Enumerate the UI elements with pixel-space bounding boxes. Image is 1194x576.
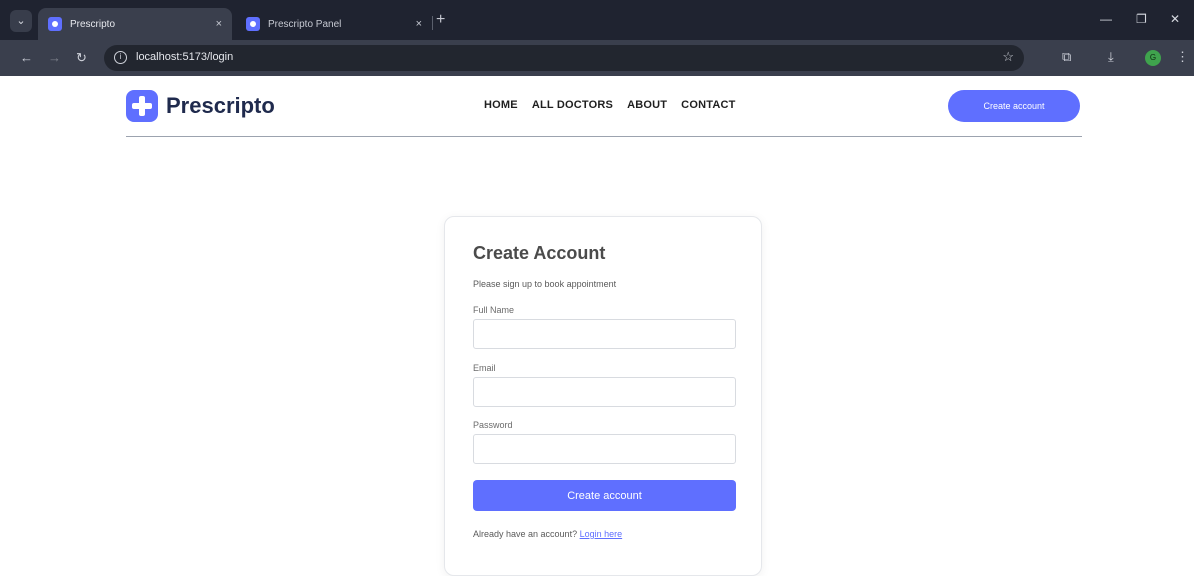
close-tab-icon[interactable]: × [416, 18, 422, 30]
new-tab-icon[interactable]: + [436, 11, 445, 29]
tab-title: Prescripto Panel [268, 18, 342, 30]
browser-tab-bar: ⌄ Prescripto × Prescripto Panel × + — ❐ … [0, 0, 1194, 40]
tab-prescripto[interactable]: Prescripto × [38, 8, 232, 40]
nav-home[interactable]: HOME [484, 99, 518, 111]
tab-prescripto-panel[interactable]: Prescripto Panel × [236, 8, 432, 40]
profile-avatar[interactable]: G [1145, 50, 1161, 66]
minimize-icon[interactable]: — [1100, 12, 1112, 26]
logo-icon [126, 90, 158, 122]
email-label: Email [473, 363, 496, 373]
url-text[interactable]: localhost:5173/login [136, 51, 233, 63]
login-prompt: Already have an account? Login here [473, 529, 622, 539]
extensions-icon[interactable]: ⧉ [1062, 49, 1071, 65]
reload-icon[interactable]: ↻ [76, 50, 87, 66]
password-label: Password [473, 420, 513, 430]
nav-about[interactable]: ABOUT [627, 99, 667, 111]
signup-card: Create Account Please sign up to book ap… [444, 216, 762, 576]
tab-separator [432, 16, 433, 30]
close-window-icon[interactable]: ✕ [1170, 12, 1180, 26]
full-name-input[interactable] [473, 319, 736, 349]
brand-logo[interactable]: Prescripto [126, 90, 275, 122]
back-icon[interactable]: ← [20, 50, 33, 65]
bookmark-star-icon[interactable]: ☆ [1002, 49, 1014, 65]
download-icon[interactable]: ⤓ [1108, 49, 1114, 65]
browser-toolbar: ← → ↻ i localhost:5173/login ☆ ⧉ ⤓ ⋮ [0, 40, 1194, 76]
login-prompt-text: Already have an account? [473, 529, 578, 539]
restore-icon[interactable]: ❐ [1136, 12, 1147, 26]
address-bar[interactable]: i localhost:5173/login ☆ [104, 45, 1024, 71]
tab-search-icon[interactable]: ⌄ [10, 10, 32, 32]
create-account-button[interactable]: Create account [473, 480, 736, 511]
forward-icon[interactable]: → [48, 50, 61, 65]
full-name-label: Full Name [473, 305, 515, 315]
site-info-icon[interactable]: i [114, 51, 127, 64]
form-title: Create Account [473, 243, 606, 263]
main-nav: HOME ALL DOCTORS ABOUT CONTACT [484, 99, 736, 111]
favicon-icon [48, 17, 62, 31]
nav-all-doctors[interactable]: ALL DOCTORS [532, 99, 613, 111]
menu-icon[interactable]: ⋮ [1176, 49, 1189, 65]
password-input[interactable] [473, 434, 736, 464]
create-account-header-button[interactable]: Create account [948, 90, 1080, 122]
form-subtitle: Please sign up to book appointment [473, 279, 617, 289]
close-tab-icon[interactable]: × [216, 18, 222, 30]
header-divider [126, 136, 1082, 137]
favicon-icon [246, 17, 260, 31]
tab-title: Prescripto [70, 18, 116, 30]
nav-contact[interactable]: CONTACT [681, 99, 735, 111]
login-here-link[interactable]: Login here [580, 529, 623, 539]
email-input[interactable] [473, 377, 736, 407]
brand-name: Prescripto [166, 93, 275, 118]
